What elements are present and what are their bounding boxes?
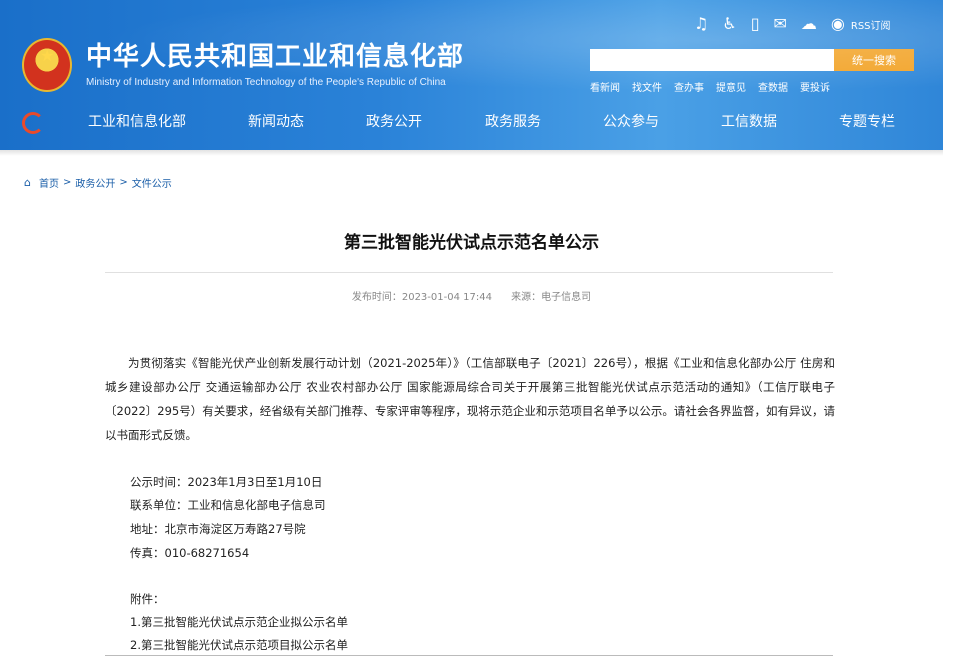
nav-item-topics[interactable]: 专题专栏 [839,112,895,132]
weibo-icon[interactable]: ◉ [831,14,845,34]
breadcrumb-gov-affairs[interactable]: 政务公开 [75,175,115,190]
wechat-icon[interactable]: ☁ [801,14,817,34]
main-nav: 工业和信息化部 新闻动态 政务公开 政务服务 公众参与 工信数据 专题专栏 [0,104,943,142]
accessibility-icon[interactable]: ♿ [722,14,736,34]
publish-time: 发布时间：2023-01-04 17:44 [351,292,492,303]
nav-item-data[interactable]: 工信数据 [721,112,777,132]
national-emblem-logo: ★ [22,38,72,92]
site-subtitle: Ministry of Industry and Information Tec… [86,77,446,88]
mobile-icon[interactable]: ▯ [751,14,760,34]
search-input[interactable] [590,49,836,71]
article-body: 为贯彻落实《智能光伏产业创新发展行动计划（2021-2025年）》（工信部联电子… [105,356,835,442]
site-title: 中华人民共和国工业和信息化部 [86,42,465,72]
address: 地址：北京市海淀区万寿路27号院 [130,522,306,536]
contact-unit: 联系单位：工业和信息化部电子信息司 [130,498,326,512]
broadcast-icon[interactable]: ♫ [694,14,708,34]
notice-period: 公示时间：2023年1月3日至1月10日 [130,475,323,489]
article-title: 第三批智能光伏试点示范名单公示 [344,233,599,253]
attachments-label: 附件： [130,592,165,606]
attachment-link-1[interactable]: 1.第三批智能光伏试点示范企业拟公示名单 [130,614,348,630]
breadcrumb-separator: > [119,177,128,188]
fax: 传真：010-68271654 [130,546,250,560]
breadcrumb-separator: > [62,177,72,188]
home-icon[interactable]: ⌂ [24,176,31,189]
quick-link-data[interactable]: 查数据 [758,79,788,94]
breadcrumb: ⌂ 首页 > 政务公开 > 文件公示 [24,175,172,190]
nav-item-news[interactable]: 新闻动态 [248,112,304,132]
quick-links: 看新闻 找文件 查办事 提意见 查数据 要投诉 [590,79,842,94]
nav-logo-icon[interactable] [22,112,44,134]
article-meta: 发布时间：2023-01-04 17:44 来源：电子信息司 [0,288,943,303]
quick-link-feedback[interactable]: 提意见 [716,79,746,94]
quick-link-services[interactable]: 查办事 [674,79,704,94]
title-divider [105,272,833,273]
article-source: 来源：电子信息司 [511,292,592,303]
quick-link-documents[interactable]: 找文件 [632,79,662,94]
attachment-link-2[interactable]: 2.第三批智能光伏试点示范项目拟公示名单 [130,637,348,653]
nav-item-gov-services[interactable]: 政务服务 [485,112,541,132]
breadcrumb-home[interactable]: 首页 [39,175,59,190]
bottom-divider [105,655,833,656]
site-header: ★ 中华人民共和国工业和信息化部 Ministry of Industry an… [0,0,943,150]
search-button[interactable]: 统一搜索 [834,49,914,71]
top-toolbar: ♫ ♿ ▯ ✉ ☁ ◉ RSS订阅 [694,13,891,35]
rss-link[interactable]: RSS订阅 [851,17,891,32]
nav-item-ministry[interactable]: 工业和信息化部 [88,112,186,132]
header-shadow [0,150,943,156]
breadcrumb-file-notices[interactable]: 文件公示 [132,175,172,190]
mail-icon[interactable]: ✉ [774,14,787,34]
nav-item-participation[interactable]: 公众参与 [603,112,659,132]
nav-item-gov-affairs[interactable]: 政务公开 [366,112,422,132]
quick-link-complaint[interactable]: 要投诉 [800,79,830,94]
quick-link-news[interactable]: 看新闻 [590,79,620,94]
